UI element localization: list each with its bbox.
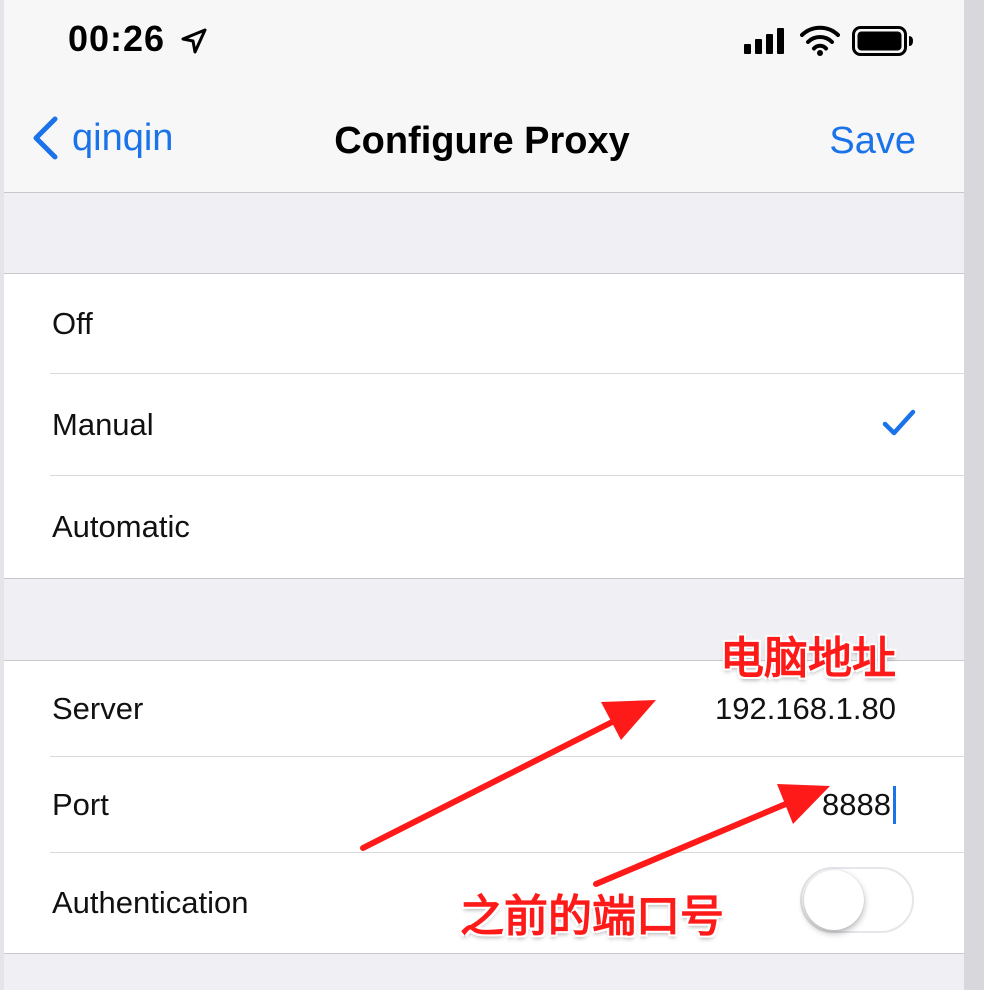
port-annotation: 之前的端口号	[460, 892, 724, 941]
proxy-mode-automatic-label: Automatic	[52, 509, 190, 544]
authentication-toggle[interactable]	[800, 867, 914, 933]
status-time: 00:26	[68, 18, 166, 59]
wifi-icon	[800, 25, 840, 56]
status-bar: 00:26	[0, 0, 964, 84]
cellular-signal-icon	[744, 28, 784, 54]
proxy-mode-automatic[interactable]: Automatic	[0, 476, 964, 578]
right-edge	[964, 0, 984, 990]
port-row: Port 8888	[0, 757, 964, 853]
save-button[interactable]: Save	[829, 120, 916, 163]
left-edge	[0, 0, 4, 990]
authentication-label: Authentication	[52, 885, 249, 920]
proxy-mode-group: Off Manual Automatic	[0, 273, 964, 579]
proxy-mode-manual-label: Manual	[52, 407, 154, 442]
proxy-mode-off-label: Off	[52, 306, 93, 341]
server-annotation: 电脑地址	[720, 634, 896, 683]
text-cursor	[893, 786, 896, 824]
toggle-knob	[804, 870, 864, 930]
proxy-mode-manual[interactable]: Manual	[0, 374, 964, 476]
page-title: Configure Proxy	[334, 120, 630, 162]
navigation-bar: qinqin Configure Proxy Save	[0, 84, 964, 193]
port-input[interactable]: 8888	[822, 757, 896, 853]
settings-screen: 00:26 qinqin Configure Proxy Save Off Ma…	[0, 0, 964, 990]
location-arrow-icon	[181, 28, 207, 54]
port-value: 8888	[822, 787, 891, 822]
checkmark-icon	[882, 409, 916, 436]
battery-icon	[852, 26, 913, 56]
server-label: Server	[52, 691, 144, 726]
port-label: Port	[52, 787, 109, 822]
proxy-mode-off[interactable]: Off	[0, 274, 964, 374]
